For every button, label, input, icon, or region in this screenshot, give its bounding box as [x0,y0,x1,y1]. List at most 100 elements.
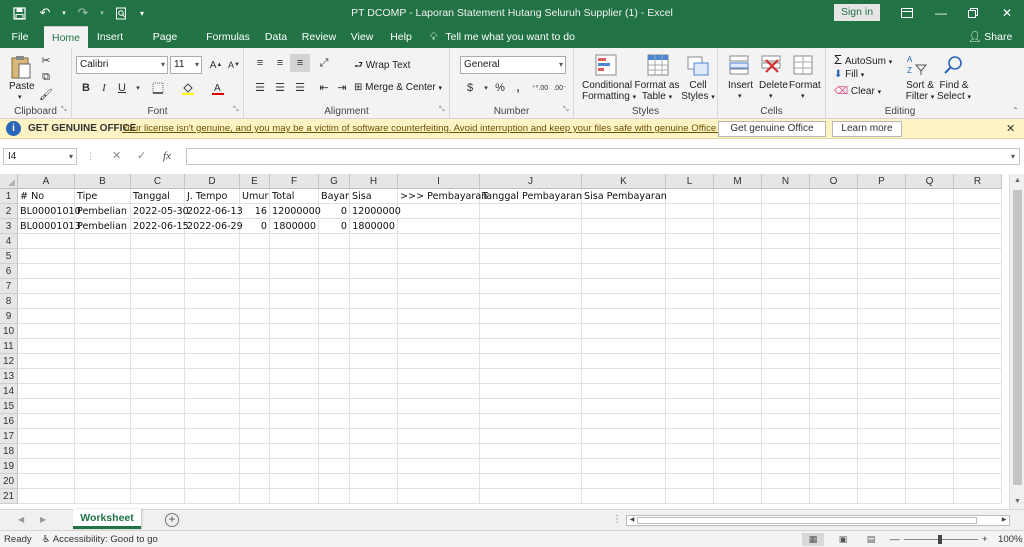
cell-i7[interactable] [398,279,480,294]
cell-d5[interactable] [185,249,240,264]
cell-o17[interactable] [810,429,858,444]
cell-k9[interactable] [582,309,666,324]
tab-view[interactable]: View [348,26,376,48]
cell-e17[interactable] [240,429,270,444]
cell-d12[interactable] [185,354,240,369]
cell-k5[interactable] [582,249,666,264]
cell-h3[interactable]: 1800000 [350,219,398,234]
comma-button[interactable]: , [508,79,528,97]
cell-q10[interactable] [906,324,954,339]
cell-q11[interactable] [906,339,954,354]
cell-l20[interactable] [666,474,714,489]
cell-f7[interactable] [270,279,319,294]
cell-q1[interactable] [906,189,954,204]
cell-o18[interactable] [810,444,858,459]
cell-q7[interactable] [906,279,954,294]
cell-o4[interactable] [810,234,858,249]
cell-k14[interactable] [582,384,666,399]
page-layout-view-icon[interactable]: ▣ [832,533,854,546]
cell-a2[interactable]: BL00001010 [18,204,81,219]
cell-h18[interactable] [350,444,398,459]
cell-b18[interactable] [75,444,131,459]
cell-e10[interactable] [240,324,270,339]
autosum-button[interactable]: Σ AutoSum ▾ [834,52,892,67]
cell-j6[interactable] [480,264,582,279]
cell-q18[interactable] [906,444,954,459]
cell-f11[interactable] [270,339,319,354]
cell-q2[interactable] [906,204,954,219]
cell-b1[interactable]: Tipe [75,189,131,204]
cell-j16[interactable] [480,414,582,429]
cell-h9[interactable] [350,309,398,324]
clear-button[interactable]: ⌫ Clear ▾ [834,86,881,97]
cell-c5[interactable] [131,249,185,264]
restore-icon[interactable] [956,0,990,26]
align-left-icon[interactable]: ☰ [250,78,270,96]
cell-h1[interactable]: Sisa [350,189,398,204]
cell-d1[interactable]: J. Tempo [185,189,240,204]
cell-n14[interactable] [762,384,810,399]
cell-k2[interactable] [582,204,666,219]
cell-q15[interactable] [906,399,954,414]
insert-dropdown-icon[interactable]: ▾ [738,92,742,100]
scroll-left-icon[interactable]: ◀ [627,516,637,525]
cell-c6[interactable] [131,264,185,279]
cell-c13[interactable] [131,369,185,384]
cell-a5[interactable] [18,249,75,264]
cell-m9[interactable] [714,309,762,324]
name-box[interactable]: I4 ▾ [3,148,77,165]
cell-r20[interactable] [954,474,1002,489]
cell-n13[interactable] [762,369,810,384]
cell-a12[interactable] [18,354,75,369]
number-launcher-icon[interactable]: ⤡ [563,106,569,114]
cell-styles-button[interactable]: Cell Styles ▾ [680,80,716,102]
cell-a17[interactable] [18,429,75,444]
cell-n2[interactable] [762,204,810,219]
cell-f15[interactable] [270,399,319,414]
decrease-decimal-icon[interactable]: .00⁻ [550,79,570,97]
cell-h13[interactable] [350,369,398,384]
cell-q19[interactable] [906,459,954,474]
cell-f18[interactable] [270,444,319,459]
cell-d14[interactable] [185,384,240,399]
cell-a10[interactable] [18,324,75,339]
conditional-formatting-button[interactable]: Conditional Formatting ▾ [582,80,636,102]
cell-e19[interactable] [240,459,270,474]
cell-p17[interactable] [858,429,906,444]
cell-p9[interactable] [858,309,906,324]
cell-h15[interactable] [350,399,398,414]
cell-q5[interactable] [906,249,954,264]
cell-l14[interactable] [666,384,714,399]
collapse-ribbon-icon[interactable]: ⌃ [1012,106,1019,115]
cell-n15[interactable] [762,399,810,414]
column-header-f[interactable]: F [270,174,319,189]
cell-j15[interactable] [480,399,582,414]
cell-h12[interactable] [350,354,398,369]
zoom-out-icon[interactable]: — [890,531,900,547]
column-header-h[interactable]: H [350,174,398,189]
increase-font-size-icon[interactable]: A ▲ [206,56,226,74]
cell-q4[interactable] [906,234,954,249]
cell-c7[interactable] [131,279,185,294]
cell-r1[interactable] [954,189,1002,204]
cell-f6[interactable] [270,264,319,279]
increase-indent-icon[interactable]: ⇥ [332,78,352,96]
cell-g16[interactable] [319,414,350,429]
cell-k17[interactable] [582,429,666,444]
cell-m8[interactable] [714,294,762,309]
cell-j11[interactable] [480,339,582,354]
cell-e3[interactable]: 0 [240,219,270,234]
cell-l8[interactable] [666,294,714,309]
row-header-11[interactable]: 11 [0,339,18,354]
insert-cells-button[interactable]: Insert [728,80,753,91]
cell-l21[interactable] [666,489,714,504]
get-genuine-office-button[interactable]: Get genuine Office [718,121,826,137]
cell-j10[interactable] [480,324,582,339]
cell-a6[interactable] [18,264,75,279]
close-window-icon[interactable]: ✕ [990,0,1024,26]
cell-n11[interactable] [762,339,810,354]
cell-i17[interactable] [398,429,480,444]
row-header-18[interactable]: 18 [0,444,18,459]
cell-c10[interactable] [131,324,185,339]
fill-button[interactable]: ⬇ Fill ▾ [834,69,864,80]
